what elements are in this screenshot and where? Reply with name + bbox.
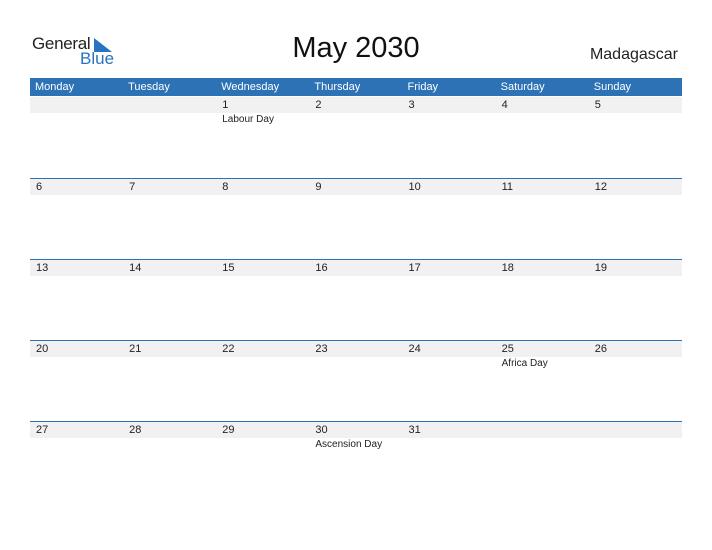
day-number: 12 <box>594 181 607 193</box>
day-number <box>496 422 589 438</box>
day-number: 27 <box>36 424 49 436</box>
day-number: 23 <box>315 343 328 355</box>
holiday-label: Africa Day <box>501 358 548 369</box>
day-number: 6 <box>36 181 43 193</box>
week-row: 13 14 15 16 17 18 19 <box>30 259 682 276</box>
day-number: 2 <box>315 99 322 111</box>
holiday-label <box>30 113 123 127</box>
holiday-label: Ascension Day <box>315 439 383 450</box>
events-row: Labour Day <box>30 113 682 127</box>
day-number: 10 <box>408 181 421 193</box>
holiday-label <box>30 357 123 371</box>
holiday-label <box>123 357 216 371</box>
day-number: 16 <box>315 262 328 274</box>
weekday-monday: Monday <box>35 81 75 93</box>
day-number <box>589 422 682 438</box>
day-number: 14 <box>129 262 142 274</box>
day-number <box>30 97 123 113</box>
holiday-label <box>123 438 216 452</box>
day-number <box>123 97 216 113</box>
day-number: 24 <box>408 343 421 355</box>
day-number: 1 <box>222 99 229 111</box>
day-number: 7 <box>129 181 136 193</box>
holiday-label <box>589 357 682 371</box>
holiday-label <box>309 113 402 127</box>
events-row: Ascension Day <box>30 438 682 452</box>
holiday-label <box>496 113 589 127</box>
weekday-friday: Friday <box>407 81 439 93</box>
week-row: 27 28 29 30 31 Ascension Day <box>30 421 682 452</box>
date-band: 6 7 8 9 10 11 12 <box>30 179 682 195</box>
country-label: Madagascar <box>589 46 678 63</box>
holiday-label <box>496 438 589 452</box>
date-band: 13 14 15 16 17 18 19 <box>30 260 682 276</box>
day-number: 9 <box>315 181 322 193</box>
date-band: 27 28 29 30 31 <box>30 422 682 438</box>
weekday-header: Monday Tuesday Wednesday Thursday Friday… <box>30 78 682 96</box>
day-number: 26 <box>594 343 607 355</box>
holiday-label <box>30 438 123 452</box>
holiday-label <box>403 357 496 371</box>
holiday-label <box>589 438 682 452</box>
events-row: Africa Day <box>30 357 682 371</box>
day-number: 21 <box>129 343 142 355</box>
day-number: 8 <box>222 181 229 193</box>
day-number: 4 <box>501 99 508 111</box>
holiday-label <box>216 357 309 371</box>
week-row: 1 2 3 4 5 Labour Day <box>30 97 682 127</box>
day-number: 22 <box>222 343 235 355</box>
holiday-label <box>123 113 216 127</box>
holiday-label <box>589 113 682 127</box>
day-number: 29 <box>222 424 235 436</box>
day-number: 17 <box>408 262 421 274</box>
day-number: 30 <box>315 424 328 436</box>
day-number: 20 <box>36 343 49 355</box>
weekday-wednesday: Wednesday <box>221 81 280 93</box>
weekday-saturday: Saturday <box>500 81 545 93</box>
day-number: 15 <box>222 262 235 274</box>
day-number: 25 <box>501 343 514 355</box>
day-number: 3 <box>408 99 415 111</box>
day-number: 28 <box>129 424 142 436</box>
holiday-label <box>403 113 496 127</box>
day-number: 19 <box>594 262 607 274</box>
week-row: 6 7 8 9 10 11 12 <box>30 178 682 195</box>
weekday-sunday: Sunday <box>593 81 632 93</box>
weekday-tuesday: Tuesday <box>128 81 170 93</box>
day-number: 18 <box>501 262 514 274</box>
holiday-label <box>309 357 402 371</box>
date-band: 1 2 3 4 5 <box>30 97 682 113</box>
day-number: 31 <box>408 424 421 436</box>
weekday-thursday: Thursday <box>314 81 361 93</box>
holiday-label <box>216 438 309 452</box>
week-row: 20 21 22 23 24 25 26 Africa Day <box>30 340 682 371</box>
holiday-label: Labour Day <box>222 114 274 125</box>
date-band: 20 21 22 23 24 25 26 <box>30 341 682 357</box>
day-number: 5 <box>594 99 601 111</box>
day-number: 11 <box>501 181 514 193</box>
holiday-label <box>403 438 496 452</box>
day-number: 13 <box>36 262 49 274</box>
